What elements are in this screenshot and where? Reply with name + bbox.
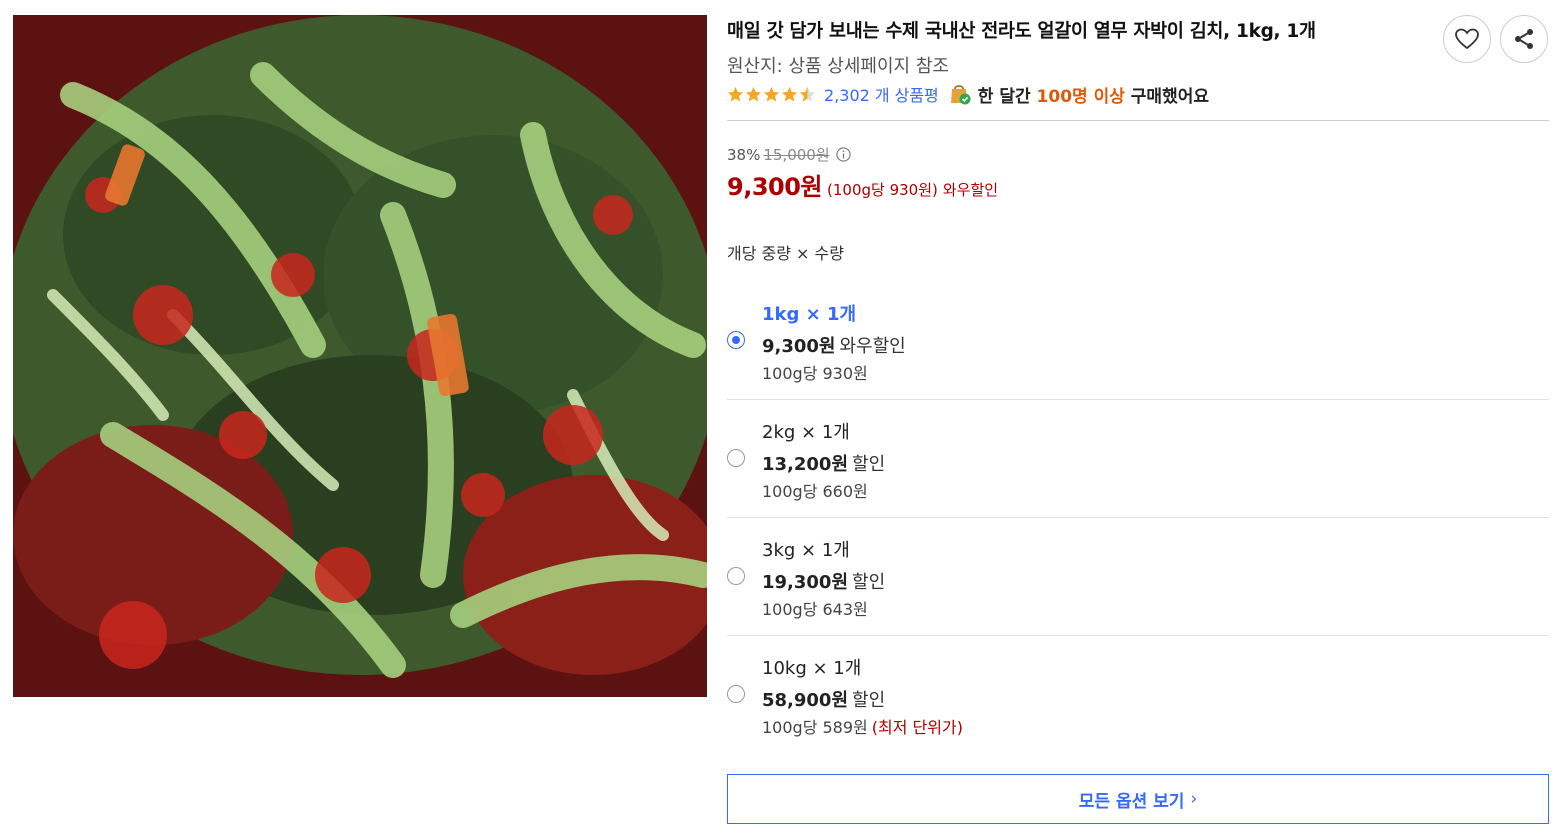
price-row: 9,300원 (100g당 930원) 와우할인	[727, 167, 998, 202]
product-info-panel: 매일 갓 담가 보내는 수제 국내산 전라도 얼갈이 열무 자박이 김치, 1k…	[727, 0, 1549, 837]
option-tag: 와우할인	[839, 336, 906, 357]
origin-text: 원산지: 상품 상세페이지 참조	[727, 56, 949, 77]
unit-price: (100g당 930원)	[827, 181, 938, 199]
option-radio[interactable]	[727, 331, 745, 349]
purchase-prefix: 한 달간	[977, 86, 1031, 107]
purchase-highlight: 100명 이상	[1036, 86, 1125, 107]
option-header: 개당 중량 × 수량	[727, 244, 844, 263]
option-price: 58,900원	[762, 690, 849, 711]
option-unit-price: 100g당 660원	[762, 478, 868, 502]
heart-icon	[1455, 28, 1479, 50]
option-price-line: 19,300원 할인	[762, 568, 885, 594]
option-name: 10kg × 1개	[762, 658, 862, 679]
star-rating	[727, 86, 816, 103]
star-icon	[781, 86, 798, 101]
option-tag: 할인	[852, 454, 886, 475]
option-item[interactable]: 1kg × 1개 9,300원 와우할인 100g당 930원	[727, 282, 1549, 400]
rating-row: 2,302 개 상품평 한 달간 100명 이상 구매했어요	[727, 82, 1209, 107]
option-unit-price: 100g당 930원	[762, 360, 868, 384]
star-icon	[727, 86, 744, 101]
star-half-icon	[799, 86, 816, 101]
option-unit: 100g당 660원	[762, 482, 868, 501]
purchase-suffix: 구매했어요	[1130, 86, 1209, 107]
discount-row: 38% 15,000원	[727, 144, 851, 165]
original-price: 15,000원	[763, 146, 830, 164]
option-unit-price: 100g당 589원 (최저 단위가)	[762, 714, 963, 738]
option-price-line: 58,900원 할인	[762, 686, 885, 712]
option-radio[interactable]	[727, 685, 745, 703]
chevron-right-icon: ›	[1190, 789, 1198, 809]
review-suffix: 개 상품평	[874, 86, 939, 105]
discount-badge: 와우할인	[942, 181, 999, 199]
review-count: 2,302	[824, 86, 870, 105]
option-radio[interactable]	[727, 449, 745, 467]
star-icon	[763, 86, 780, 101]
review-count-link[interactable]: 2,302 개 상품평	[824, 82, 939, 106]
option-unit: 100g당 643원	[762, 600, 868, 619]
option-item[interactable]: 2kg × 1개 13,200원 할인 100g당 660원	[727, 400, 1549, 518]
option-name: 1kg × 1개	[762, 304, 857, 325]
kimchi-photo	[13, 15, 707, 697]
option-price: 13,200원	[762, 454, 849, 475]
option-unit: 100g당 589원	[762, 718, 868, 737]
option-name: 3kg × 1개	[762, 540, 850, 561]
option-item[interactable]: 3kg × 1개 19,300원 할인 100g당 643원	[727, 518, 1549, 636]
divider	[727, 120, 1549, 121]
option-unit-price: 100g당 643원	[762, 596, 868, 620]
share-icon	[1515, 29, 1533, 49]
wishlist-button[interactable]	[1443, 15, 1491, 63]
info-icon[interactable]	[836, 147, 851, 162]
share-button[interactable]	[1500, 15, 1548, 63]
option-tag: 할인	[852, 690, 886, 711]
option-price: 19,300원	[762, 572, 849, 593]
option-price-line: 13,200원 할인	[762, 450, 885, 476]
shopping-bag-check-icon	[949, 82, 971, 106]
option-radio[interactable]	[727, 567, 745, 585]
product-image	[13, 15, 707, 697]
option-unit: 100g당 930원	[762, 364, 868, 383]
option-price-line: 9,300원 와우할인	[762, 332, 906, 358]
star-icon	[745, 86, 762, 101]
product-title: 매일 갓 담가 보내는 수제 국내산 전라도 얼갈이 열무 자박이 김치, 1k…	[727, 21, 1316, 42]
option-price: 9,300원	[762, 336, 836, 357]
view-all-label: 모든 옵션 보기	[1078, 791, 1185, 812]
purchase-count-text: 한 달간 100명 이상 구매했어요	[978, 82, 1209, 107]
discount-rate: 38%	[727, 145, 761, 164]
lowest-unit-price-note: (최저 단위가)	[871, 718, 963, 737]
current-price: 9,300원	[727, 173, 823, 201]
view-all-options-button[interactable]: 모든 옵션 보기 ›	[727, 774, 1549, 824]
option-item[interactable]: 10kg × 1개 58,900원 할인 100g당 589원 (최저 단위가)	[727, 636, 1549, 754]
option-tag: 할인	[852, 572, 886, 593]
option-name: 2kg × 1개	[762, 422, 850, 443]
